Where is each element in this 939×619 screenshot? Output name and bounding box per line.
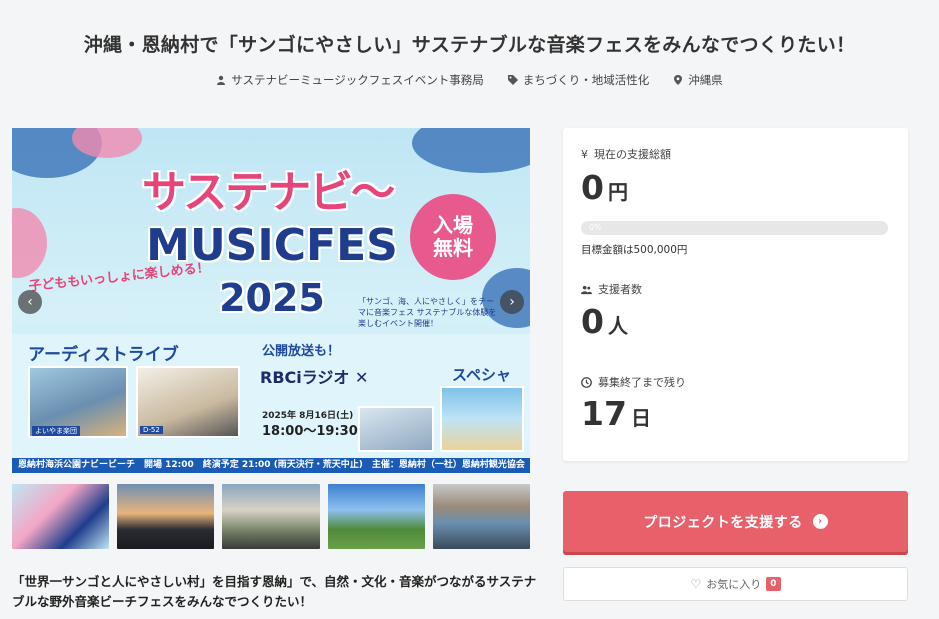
remaining-days: 17 日 <box>581 394 651 433</box>
hero-image[interactable]: サステナビ〜 MUSICFES 2025 入場 無料 子どももいっしょに楽しめる… <box>12 128 530 473</box>
favorite-label: お気に入り <box>706 578 762 591</box>
clock-icon <box>581 376 592 388</box>
total-amount-value: 0 <box>581 168 604 207</box>
supporters-unit: 人 <box>607 314 628 338</box>
favorite-count-badge: 0 <box>766 577 781 591</box>
badge-line-2: 無料 <box>433 236 473 260</box>
supporters-count: 0人 <box>581 302 628 341</box>
radio-station-text: RBCiラジオ ✕ <box>260 368 369 387</box>
badge-line-1: 入場 <box>433 213 473 237</box>
supporters-value: 0 <box>581 302 604 341</box>
thumbnail-1[interactable] <box>12 484 110 549</box>
remaining-unit: 日 <box>630 406 651 430</box>
goal-amount-text: 目標金額は500,000円 <box>581 244 688 256</box>
chevron-right-icon: › <box>509 294 515 310</box>
funding-progress-label: 0% <box>589 223 602 232</box>
remaining-value: 17 <box>581 394 627 433</box>
thumbnail-strip <box>12 484 531 549</box>
coral-decoration <box>12 208 47 278</box>
total-amount-label-text: 現在の支援総額 <box>594 148 671 161</box>
support-button-label: プロジェクトを支援する <box>643 514 803 531</box>
project-meta: サステナビーミュージックフェスイベント事務局 まちづくり・地域活性化 沖縄県 <box>0 72 939 88</box>
supporters-label-text: 支援者数 <box>598 283 642 296</box>
live-broadcast-text: 公開放送も！ <box>262 344 341 359</box>
prev-slide-button[interactable]: ‹ <box>18 290 42 314</box>
total-amount-unit: 円 <box>607 180 628 204</box>
coral-decoration <box>412 128 530 173</box>
event-time: 18:00〜19:30 <box>262 424 358 439</box>
total-amount: 0円 <box>581 168 628 207</box>
next-slide-button[interactable]: › <box>500 290 524 314</box>
chevron-right-circle-icon: › <box>812 514 828 529</box>
tag-icon <box>507 75 518 85</box>
page-title: 沖縄・恩納村で「サンゴにやさしい」サステナブルな音楽フェスをみんなでつくりたい！ <box>83 34 856 56</box>
mc-photo <box>358 406 434 452</box>
guest-photo <box>440 386 524 452</box>
artist-caption-1: よいやま楽団 <box>32 426 80 436</box>
support-project-button[interactable]: プロジェクトを支援する › <box>563 491 908 552</box>
remaining-label-text: 募集終了まで残り <box>598 376 686 389</box>
project-lead-text: 「世界一サンゴと人にやさしい村」を目指す恩納」で、自然・文化・音楽がつながるサス… <box>12 574 537 609</box>
chevron-left-icon: ‹ <box>27 294 33 310</box>
location-name: 沖縄県 <box>688 73 723 87</box>
thumbnail-5[interactable] <box>432 484 531 549</box>
artist-live-title: アーディストライブ <box>28 345 179 365</box>
thumbnail-4[interactable] <box>327 484 425 549</box>
user-icon <box>217 75 226 85</box>
location-link[interactable]: 沖縄県 <box>673 72 723 88</box>
category-name: まちづくり・地域活性化 <box>522 73 650 87</box>
category-link[interactable]: まちづくり・地域活性化 <box>507 72 650 88</box>
hero-logo-text: サステナビ〜 <box>142 167 395 218</box>
organizer-name: サステナビーミュージックフェスイベント事務局 <box>231 73 484 87</box>
remaining-label: 募集終了まで残り <box>581 374 686 390</box>
funding-progress-bar: 0% <box>581 221 888 235</box>
total-amount-label: ¥ 現在の支援総額 <box>581 146 671 162</box>
stats-card: ¥ 現在の支援総額 0円 0% 目標金額は500,000円 支援者数 0人 募集… <box>563 128 908 461</box>
organizer-link[interactable]: サステナビーミュージックフェスイベント事務局 <box>216 72 484 88</box>
thumbnail-2[interactable] <box>117 484 215 549</box>
thumbnail-3[interactable] <box>222 484 320 549</box>
yen-icon: ¥ <box>581 147 588 161</box>
hero-footer-bar: 恩納村海浜公園ナビービーチ 開場 12:00 終演予定 21:00 (雨天決行・… <box>12 458 530 473</box>
hero-desc-text: 「サンゴ、海、人にやさしく」をテーマに音楽フェス サステナブルな体験を楽しむイベ… <box>358 297 497 329</box>
artist-caption-2: D-52 <box>140 426 163 434</box>
supporters-label: 支援者数 <box>581 281 642 297</box>
favorite-button[interactable]: ♡ お気に入り 0 <box>563 567 908 601</box>
users-icon <box>581 285 592 294</box>
free-entry-badge: 入場 無料 <box>410 194 496 280</box>
map-pin-icon <box>674 75 683 85</box>
heart-icon: ♡ <box>690 577 702 591</box>
